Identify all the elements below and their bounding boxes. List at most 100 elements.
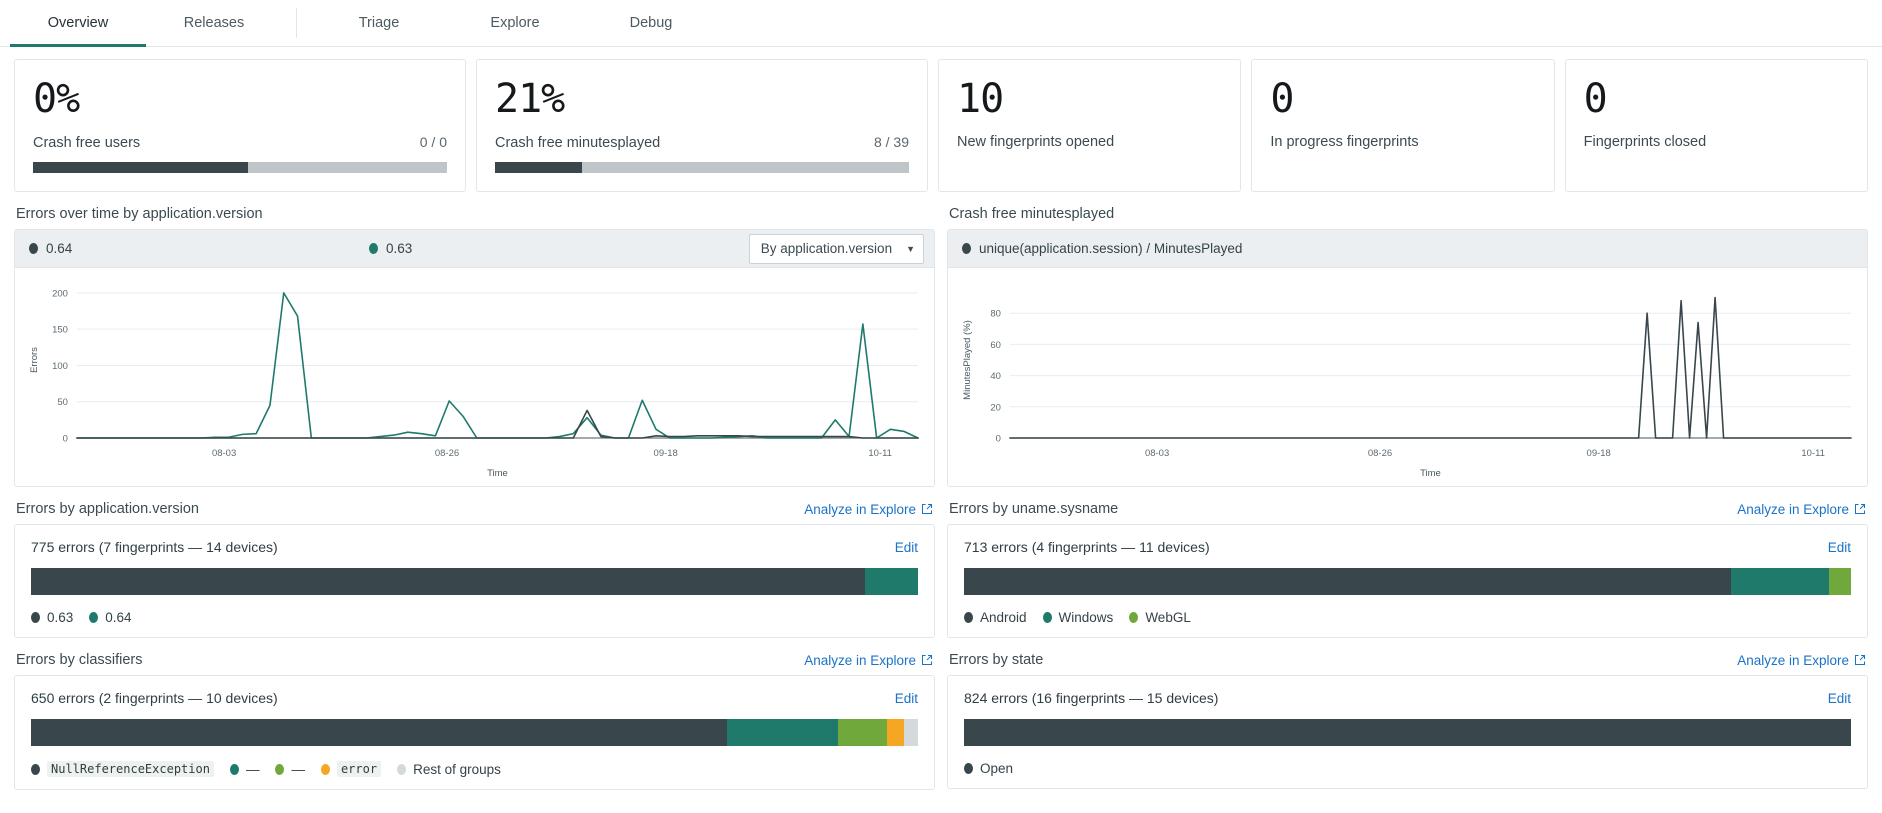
analyze-label: Analyze in Explore bbox=[804, 653, 916, 668]
tab-overview-label: Overview bbox=[48, 15, 108, 31]
edit-button[interactable]: Edit bbox=[895, 540, 918, 555]
breakdown-segment[interactable] bbox=[887, 719, 904, 746]
edit-button[interactable]: Edit bbox=[1828, 540, 1851, 555]
kpi-value: 10 bbox=[957, 76, 1222, 122]
breakdown-segment[interactable] bbox=[727, 719, 838, 746]
legend-dot-icon bbox=[964, 763, 973, 774]
analyze-in-explore-link[interactable]: Analyze in Explore bbox=[804, 502, 933, 517]
breakdown-segment[interactable] bbox=[838, 719, 887, 746]
svg-text:40: 40 bbox=[990, 371, 1001, 382]
tab-overview[interactable]: Overview bbox=[10, 0, 146, 46]
breakdown-bar[interactable] bbox=[31, 719, 918, 746]
analyze-in-explore-link[interactable]: Analyze in Explore bbox=[1737, 653, 1866, 668]
group-by-select[interactable]: By application.version ▼ bbox=[749, 234, 924, 264]
breakdown-bar[interactable] bbox=[31, 568, 918, 595]
legend-label: 0.64 bbox=[46, 241, 72, 256]
errors-by-uname-sysname-column: Errors by uname.sysname Analyze in Explo… bbox=[947, 487, 1868, 638]
breakdown-legend-label: 0.63 bbox=[47, 610, 73, 625]
legend-item-064[interactable]: 0.64 bbox=[29, 241, 369, 256]
breakdown-legend-item[interactable]: 0.63 bbox=[31, 610, 73, 625]
tab-releases[interactable]: Releases bbox=[146, 0, 282, 46]
svg-text:08-26: 08-26 bbox=[1368, 448, 1392, 459]
svg-text:80: 80 bbox=[990, 309, 1001, 320]
analyze-in-explore-link[interactable]: Analyze in Explore bbox=[804, 653, 933, 668]
breakdown-title: Errors by classifiers bbox=[16, 652, 143, 668]
external-link-icon bbox=[1854, 503, 1866, 515]
breakdown-bar[interactable] bbox=[964, 719, 1851, 746]
breakdown-segment[interactable] bbox=[1731, 568, 1829, 595]
group-by-value: By application.version bbox=[761, 241, 892, 256]
edit-button[interactable]: Edit bbox=[895, 691, 918, 706]
breakdown-bar[interactable] bbox=[964, 568, 1851, 595]
breakdown-legend-label: — bbox=[291, 762, 305, 777]
breakdown-segment[interactable] bbox=[964, 568, 1731, 595]
breakdown-legend-item[interactable]: Windows bbox=[1043, 610, 1114, 625]
breakdown-segment[interactable] bbox=[865, 568, 918, 595]
legend-dot-icon bbox=[1129, 612, 1138, 623]
legend-item-063[interactable]: 0.63 bbox=[369, 241, 412, 256]
dashboard-page: 0% Crash free users 0 / 0 21% Crash free… bbox=[0, 47, 1882, 790]
legend-item-unique-session[interactable]: unique(application.session) / MinutesPla… bbox=[962, 241, 1242, 256]
breakdown-segment[interactable] bbox=[1829, 568, 1851, 595]
kpi-card-crash-free-minutesplayed: 21% Crash free minutesplayed 8 / 39 bbox=[476, 59, 928, 192]
breakdown-segment[interactable] bbox=[31, 719, 727, 746]
errors-by-uname-sysname-panel: 713 errors (4 fingerprints — 11 devices)… bbox=[947, 524, 1868, 638]
kpi-card-in-progress-fingerprints: 0 In progress fingerprints bbox=[1251, 59, 1554, 192]
breakdown-summary: 650 errors (2 fingerprints — 10 devices) bbox=[31, 690, 278, 706]
errors-over-time-legend: 0.64 0.63 By application.version ▼ bbox=[15, 230, 934, 268]
legend-dot-icon bbox=[230, 764, 239, 775]
breakdown-row-2: Errors by classifiers Analyze in Explore… bbox=[14, 638, 1868, 790]
external-link-icon bbox=[921, 503, 933, 515]
legend-dot-icon bbox=[321, 764, 330, 775]
breakdown-legend-item[interactable]: 0.64 bbox=[89, 610, 131, 625]
breakdown-legend-item[interactable]: — bbox=[275, 762, 305, 777]
breakdown-legend-label: — bbox=[246, 762, 260, 777]
breakdown-legend-item[interactable]: NullReferenceException bbox=[31, 761, 214, 777]
tab-triage[interactable]: Triage bbox=[311, 0, 447, 46]
tab-debug-label: Debug bbox=[630, 15, 673, 31]
svg-text:MinutesPlayed (%): MinutesPlayed (%) bbox=[962, 320, 973, 400]
breakdown-legend-item[interactable]: Android bbox=[964, 610, 1027, 625]
errors-over-time-column: Errors over time by application.version … bbox=[14, 192, 935, 487]
svg-text:20: 20 bbox=[990, 402, 1001, 413]
tab-divider bbox=[296, 8, 297, 38]
svg-text:200: 200 bbox=[52, 288, 68, 299]
tab-explore[interactable]: Explore bbox=[447, 0, 583, 46]
breakdown-segment[interactable] bbox=[904, 719, 918, 746]
svg-text:60: 60 bbox=[990, 340, 1001, 351]
errors-by-application-version-column: Errors by application.version Analyze in… bbox=[14, 487, 935, 638]
kpi-progress-bar bbox=[33, 162, 447, 173]
tab-debug[interactable]: Debug bbox=[583, 0, 719, 46]
svg-text:10-11: 10-11 bbox=[1801, 448, 1825, 459]
errors-by-application-version-panel: 775 errors (7 fingerprints — 14 devices)… bbox=[14, 524, 935, 638]
svg-text:08-03: 08-03 bbox=[1145, 448, 1169, 459]
breakdown-legend-item[interactable]: error bbox=[321, 761, 381, 777]
breakdown-legend-label: WebGL bbox=[1145, 610, 1191, 625]
breakdown-segment[interactable] bbox=[31, 568, 865, 595]
breakdown-title: Errors by application.version bbox=[16, 501, 199, 517]
errors-over-time-title: Errors over time by application.version bbox=[16, 206, 263, 222]
kpi-label: Crash free users bbox=[33, 135, 140, 151]
breakdown-legend-item[interactable]: — bbox=[230, 762, 260, 777]
edit-button[interactable]: Edit bbox=[1828, 691, 1851, 706]
breakdown-legend-item[interactable]: Open bbox=[964, 761, 1013, 776]
svg-text:0: 0 bbox=[63, 433, 68, 444]
breakdown-title: Errors by uname.sysname bbox=[949, 501, 1118, 517]
breakdown-legend-item[interactable]: WebGL bbox=[1129, 610, 1191, 625]
external-link-icon bbox=[921, 654, 933, 666]
kpi-label: New fingerprints opened bbox=[957, 134, 1114, 150]
kpi-label: Crash free minutesplayed bbox=[495, 135, 660, 151]
crash-free-minutesplayed-panel: unique(application.session) / MinutesPla… bbox=[947, 229, 1868, 487]
breakdown-summary: 824 errors (16 fingerprints — 15 devices… bbox=[964, 690, 1218, 706]
analyze-in-explore-link[interactable]: Analyze in Explore bbox=[1737, 502, 1866, 517]
breakdown-legend-item[interactable]: Rest of groups bbox=[397, 762, 501, 777]
breakdown-segment[interactable] bbox=[964, 719, 1851, 746]
breakdown-legend-label: Windows bbox=[1059, 610, 1114, 625]
kpi-value: 21% bbox=[495, 76, 909, 122]
legend-dot-icon bbox=[1043, 612, 1052, 623]
kpi-value: 0 bbox=[1270, 76, 1535, 122]
breakdown-legend-label: 0.64 bbox=[105, 610, 131, 625]
svg-text:50: 50 bbox=[57, 397, 68, 408]
crash-free-minutesplayed-column: Crash free minutesplayed unique(applicat… bbox=[947, 192, 1868, 487]
kpi-value: 0 bbox=[1584, 76, 1849, 122]
